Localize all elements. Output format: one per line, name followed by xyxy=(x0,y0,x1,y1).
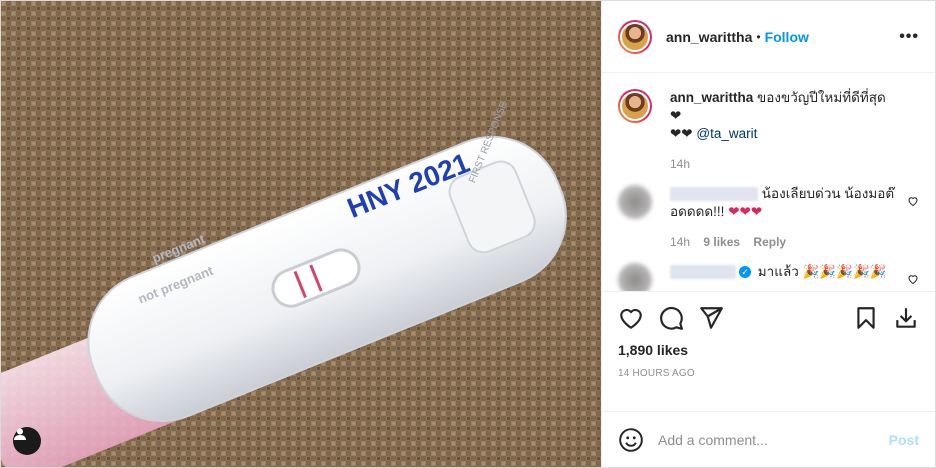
caption-hearts: ❤❤ xyxy=(670,126,697,141)
caption-time: 14h xyxy=(670,157,691,171)
avatar[interactable] xyxy=(618,89,652,123)
post-timestamp: 14 HOURS AGO xyxy=(618,368,695,379)
comment-icon[interactable] xyxy=(658,305,684,331)
bookmark-icon[interactable] xyxy=(853,305,879,331)
commenter-avatar[interactable] xyxy=(618,263,652,291)
separator: • xyxy=(756,29,761,44)
comment-composer: Post xyxy=(602,411,935,467)
download-icon[interactable] xyxy=(893,305,919,331)
avatar[interactable] xyxy=(618,19,652,54)
pregnancy-test-image: HNY 2021 FIRST RESPONSE pregnant not pre… xyxy=(1,1,601,467)
caption: ann_warittha ของขวัญปีใหม่ที่ดีที่สุด ❤ … xyxy=(618,89,919,173)
blurred-username[interactable] xyxy=(670,265,736,280)
comments-section[interactable]: ann_warittha ของขวัญปีใหม่ที่ดีที่สุด ❤ … xyxy=(602,73,935,291)
follow-button[interactable]: Follow xyxy=(765,29,809,45)
post-button[interactable]: Post xyxy=(889,432,919,448)
like-comment-icon[interactable] xyxy=(907,273,919,285)
post-frame: HNY 2021 FIRST RESPONSE pregnant not pre… xyxy=(0,0,936,468)
comment-item: น้องเลียบด่วน น้องมอต๊อดดดด!!! ❤❤❤ 14h 9… xyxy=(618,185,919,251)
post-header: ann_warittha • Follow ••• xyxy=(602,1,935,73)
post-photo[interactable]: HNY 2021 FIRST RESPONSE pregnant not pre… xyxy=(1,1,601,467)
smile-icon[interactable] xyxy=(618,427,644,453)
blurred-username[interactable] xyxy=(670,187,758,202)
reply-button[interactable]: Reply xyxy=(753,235,786,249)
caption-username[interactable]: ann_warittha xyxy=(670,90,753,105)
likes-count[interactable]: 1,890 likes xyxy=(618,342,919,358)
verified-icon: ✓ xyxy=(739,266,751,279)
comment-likes[interactable]: 9 likes xyxy=(703,235,740,249)
more-icon[interactable]: ••• xyxy=(899,28,919,46)
comment-time: 14h xyxy=(670,235,691,249)
comment-text: มาแล้ว xyxy=(757,264,799,279)
share-icon[interactable] xyxy=(698,305,724,331)
comment-emoji: 🎉🎉🎉🎉🎉 xyxy=(802,264,887,279)
mention-link[interactable]: @ta_warit xyxy=(696,126,757,141)
comment-input[interactable] xyxy=(658,431,881,448)
like-comment-icon[interactable] xyxy=(907,195,919,207)
comment-item: ✓ มาแล้ว 🎉🎉🎉🎉🎉 xyxy=(618,263,919,291)
commenter-avatar[interactable] xyxy=(618,185,652,219)
header-username[interactable]: ann_warittha xyxy=(666,29,752,45)
comment-hearts: ❤❤❤ xyxy=(728,204,763,219)
user-tag-icon[interactable] xyxy=(13,427,41,455)
post-sidebar: ann_warittha • Follow ••• ann_warittha ข… xyxy=(601,1,935,467)
heart-icon[interactable] xyxy=(618,305,644,331)
post-actions: 1,890 likes 14 HOURS AGO xyxy=(602,291,935,411)
